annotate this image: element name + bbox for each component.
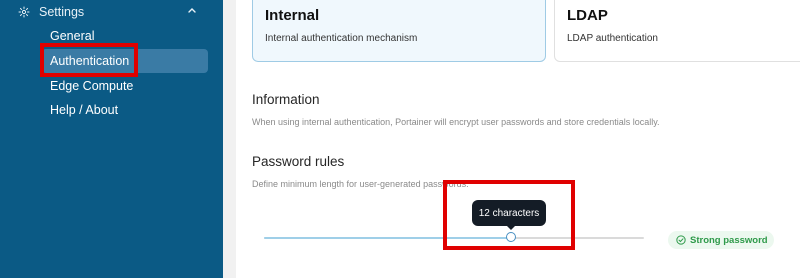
sidebar-item-label: Edge Compute	[50, 79, 134, 93]
auth-method-card-ldap[interactable]: LDAP LDAP authentication	[554, 0, 800, 62]
auth-method-description: Internal authentication mechanism	[265, 33, 418, 44]
auth-method-card-internal[interactable]: Internal Internal authentication mechani…	[252, 0, 546, 62]
sidebar-item-help-about[interactable]: Help / About	[42, 98, 118, 122]
auth-method-title: LDAP	[567, 7, 608, 24]
sidebar-item-label: Help / About	[50, 103, 119, 117]
check-circle-icon	[676, 235, 686, 245]
sidebar-settings-label: Settings	[39, 5, 85, 19]
auth-method-title: Internal	[265, 7, 320, 24]
sidebar: Settings General Authentication Edge Com…	[0, 0, 223, 278]
password-rules-description: Define minimum length for user-generated…	[252, 179, 469, 189]
password-strength-badge: Strong password	[668, 231, 774, 249]
information-title: Information	[252, 92, 320, 107]
auth-method-description: LDAP authentication	[567, 33, 658, 44]
gear-icon	[18, 6, 30, 18]
strength-label: Strong password	[690, 234, 768, 246]
highlight-box-slider	[443, 180, 575, 250]
chevron-up-icon[interactable]	[187, 5, 197, 15]
information-description: When using internal authentication, Port…	[252, 117, 660, 127]
sidebar-settings-header[interactable]: Settings	[18, 3, 203, 21]
sidebar-item-label: General	[50, 29, 95, 43]
password-rules-title: Password rules	[252, 154, 345, 169]
sidebar-item-edge-compute[interactable]: Edge Compute	[42, 74, 133, 98]
highlight-box-authentication	[40, 43, 138, 77]
